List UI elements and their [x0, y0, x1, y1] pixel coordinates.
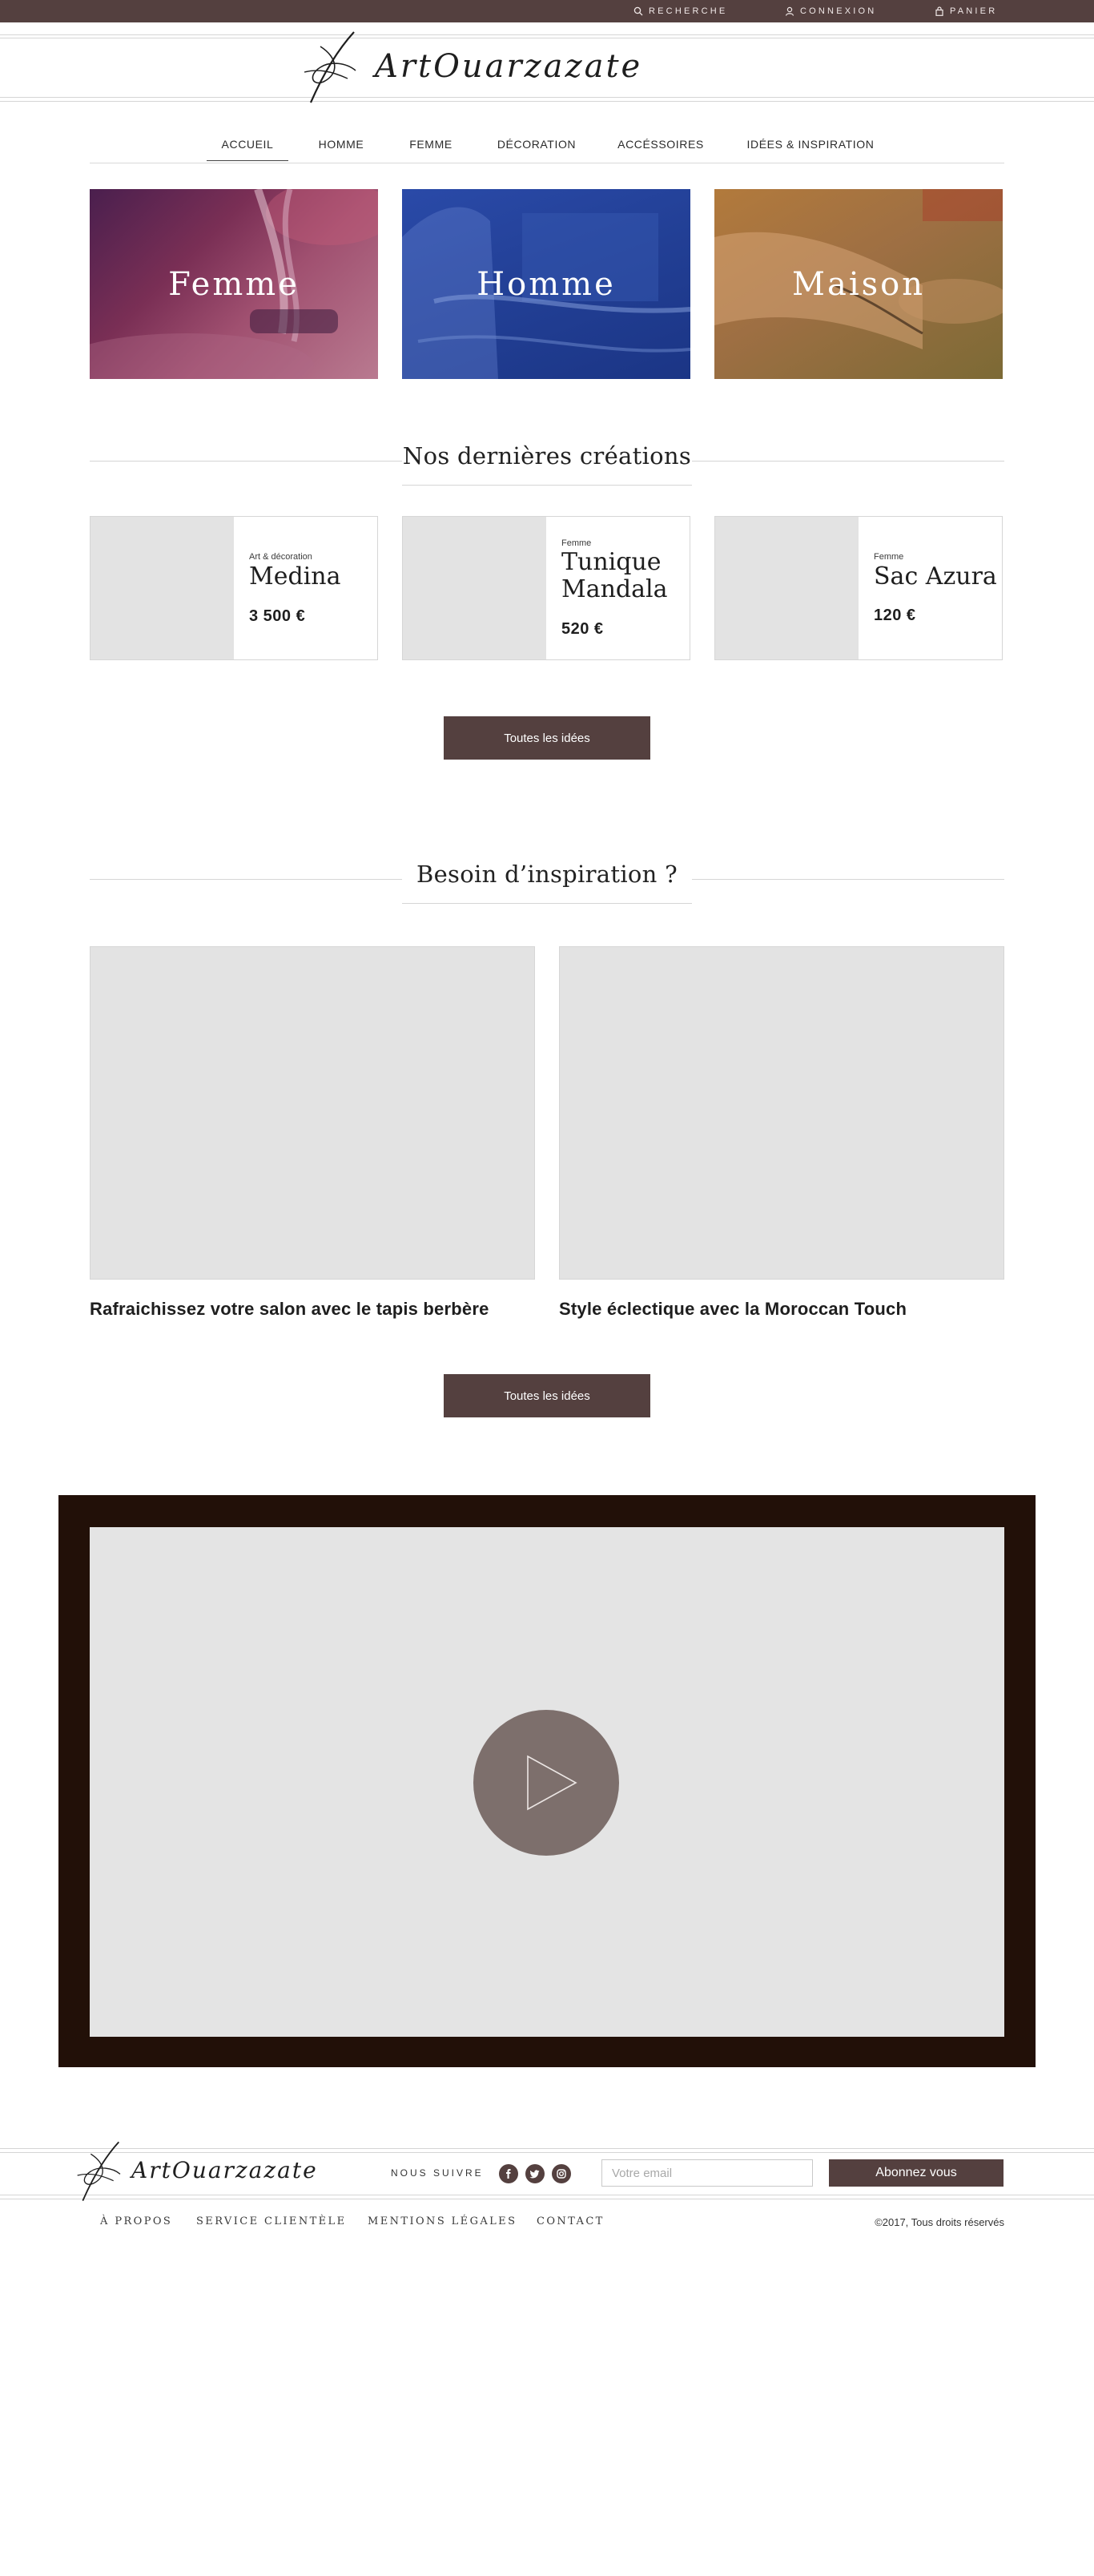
product-name: Tunique Mandala	[561, 548, 668, 603]
category-label-femme: Femme	[168, 265, 300, 303]
login-label: Connexion	[800, 6, 877, 16]
search-label: Recherche	[649, 6, 728, 16]
site-logo[interactable]: ArtOuarzazate	[298, 27, 730, 107]
newsletter-email-input[interactable]	[601, 2159, 813, 2187]
logo-monogram-icon	[304, 31, 356, 103]
follow-label: Nous suivre	[391, 2167, 484, 2179]
subscribe-button[interactable]: Abonnez vous	[829, 2159, 1004, 2187]
section-rule-right	[692, 461, 1004, 462]
nav-item-homme[interactable]: Homme	[306, 128, 376, 160]
footer-logo-text: ArtOuarzazate	[131, 2157, 318, 2183]
nav-item-accessoires[interactable]: Accéssoires	[607, 128, 714, 160]
product-card[interactable]: Femme Tunique Mandala 520 €	[402, 516, 690, 660]
nav-active-indicator	[207, 160, 288, 161]
facebook-icon[interactable]	[499, 2164, 518, 2183]
play-button[interactable]	[473, 1710, 619, 1856]
section-rule-left	[90, 879, 402, 880]
article-title[interactable]: Rafraichissez votre salon avec le tapis …	[90, 1299, 489, 1320]
section-rule-right	[692, 879, 1004, 880]
all-ideas-button-inspiration[interactable]: Toutes les idées	[444, 1374, 650, 1417]
nav-item-decoration[interactable]: Décoration	[485, 128, 588, 160]
product-price: 3 500 €	[249, 607, 306, 625]
product-name: Medina	[249, 562, 341, 591]
footer-logo-monogram-icon	[77, 2141, 121, 2202]
copyright-text: ©2017, Tous droits réservés	[875, 2216, 1004, 2228]
latest-section-title: Nos dernières créations	[402, 442, 692, 470]
category-label-maison: Maison	[792, 265, 925, 303]
nav-item-femme[interactable]: Femme	[396, 128, 466, 160]
search-icon	[633, 6, 643, 16]
product-name: Sac Azura	[874, 562, 997, 591]
twitter-icon[interactable]	[525, 2164, 545, 2183]
nav-item-idees-inspiration[interactable]: Idées & Inspiration	[734, 128, 887, 160]
section-title-underline	[402, 485, 692, 486]
login-link[interactable]: Connexion	[785, 0, 876, 22]
product-card[interactable]: Art & décoration Medina 3 500 €	[90, 516, 378, 660]
cart-link[interactable]: Panier	[935, 0, 997, 22]
section-rule-left	[90, 461, 402, 462]
nav-item-accueil[interactable]: Accueil	[207, 128, 288, 160]
play-icon	[527, 1755, 577, 1811]
product-image	[403, 517, 546, 659]
user-icon	[785, 6, 794, 16]
all-ideas-button[interactable]: Toutes les idées	[444, 716, 650, 760]
product-category: Art & décoration	[249, 552, 312, 562]
footer-link-service-clientele[interactable]: Service clientèle	[196, 2215, 346, 2227]
product-category: Femme	[561, 538, 592, 548]
category-tile-maison[interactable]: Maison	[714, 189, 1003, 379]
category-tile-homme[interactable]: Homme	[402, 189, 690, 379]
footer-link-contact[interactable]: Contact	[537, 2215, 605, 2227]
product-image	[715, 517, 859, 659]
inspiration-section-title: Besoin d’inspiration ?	[416, 861, 678, 888]
cart-label: Panier	[950, 6, 998, 16]
search-link[interactable]: Recherche	[633, 0, 727, 22]
footer-link-mentions-legales[interactable]: Mentions légales	[368, 2215, 517, 2227]
article-image[interactable]	[90, 946, 535, 1280]
product-card[interactable]: Femme Sac Azura 120 €	[714, 516, 1003, 660]
logo-text: ArtOuarzazate	[375, 48, 643, 85]
product-image	[90, 517, 234, 659]
top-bar: Recherche Connexion Panier	[0, 0, 1094, 22]
product-price: 120 €	[874, 607, 916, 624]
product-price: 520 €	[561, 620, 604, 638]
instagram-icon[interactable]	[552, 2164, 571, 2183]
section-title-underline	[402, 903, 692, 904]
article-image[interactable]	[559, 946, 1004, 1280]
article-title[interactable]: Style éclectique avec la Moroccan Touch	[559, 1299, 907, 1320]
category-tile-femme[interactable]: Femme	[90, 189, 378, 379]
bag-icon	[935, 6, 943, 16]
footer-link-a-propos[interactable]: À propos	[100, 2215, 172, 2227]
product-category: Femme	[874, 552, 904, 562]
footer-logo[interactable]: ArtOuarzazate	[72, 2135, 360, 2208]
category-label-homme: Homme	[477, 265, 616, 303]
